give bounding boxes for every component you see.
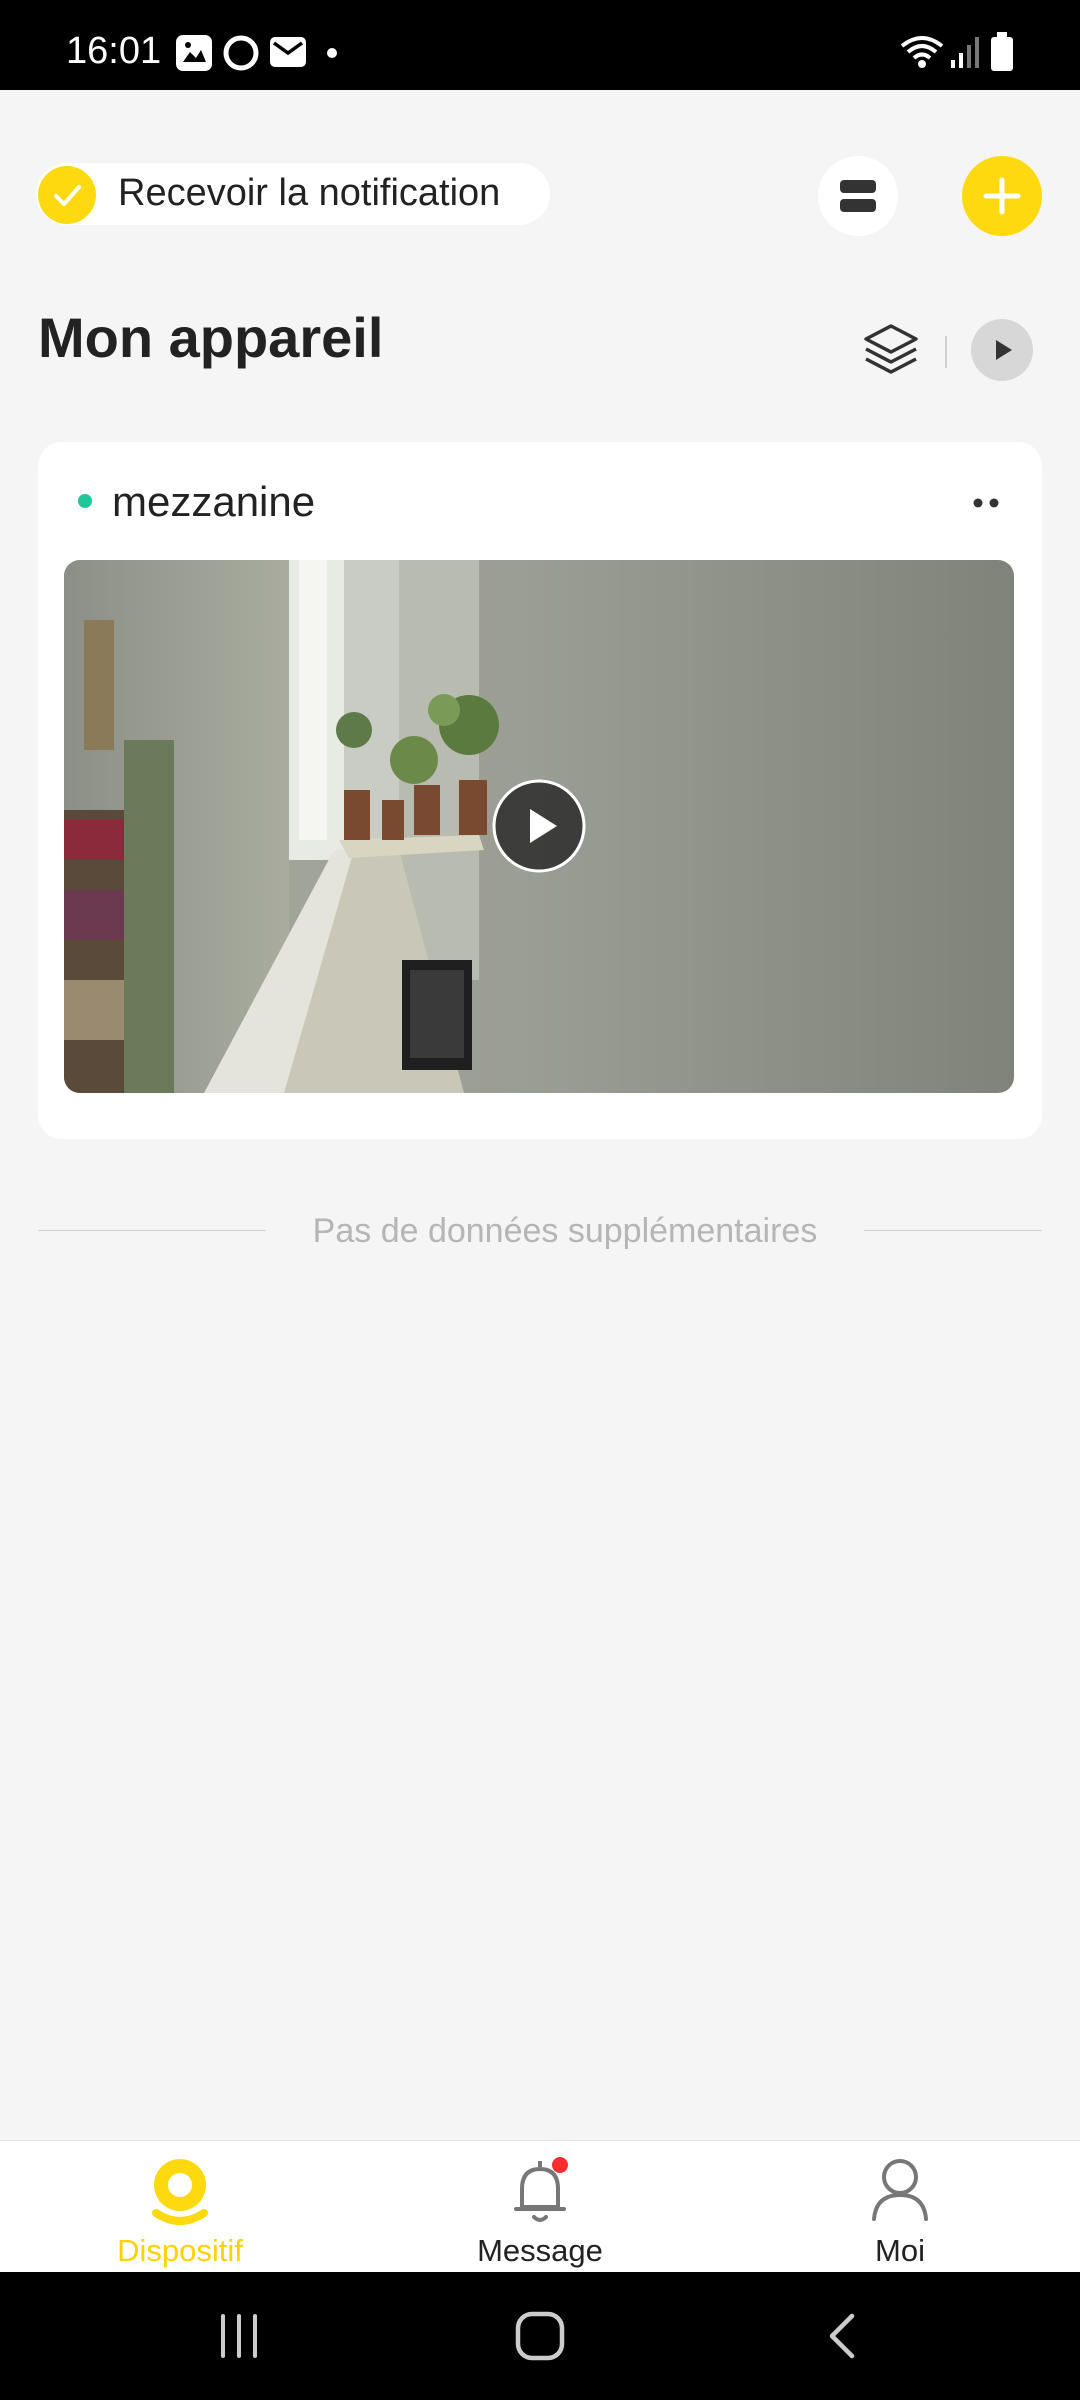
device-name: mezzanine [112, 478, 316, 525]
dot-icon [326, 46, 338, 64]
more-dots-icon [973, 498, 999, 508]
more-options-button[interactable] [966, 488, 1006, 518]
recent-apps-icon[interactable] [215, 2310, 263, 2367]
signal-icon [950, 34, 982, 75]
add-device-button[interactable] [962, 156, 1042, 236]
camera-device-icon [148, 2155, 212, 2232]
tab-label: Moi [875, 2233, 925, 2268]
tab-label: Message [477, 2233, 603, 2268]
tab-moi[interactable]: Moi [720, 2141, 1080, 2273]
circle-app-icon [222, 34, 260, 77]
header-divider [945, 336, 947, 368]
message-badge [552, 2157, 568, 2173]
status-bar: 16:01 [0, 0, 1080, 90]
tab-message[interactable]: Message [360, 2141, 720, 2273]
plus-icon [983, 177, 1021, 215]
play-all-button[interactable] [971, 319, 1033, 381]
wifi-icon [900, 34, 944, 75]
preview-play-button[interactable] [491, 778, 587, 874]
tab-dispositif[interactable]: Dispositif [0, 2141, 360, 2273]
list-view-icon [840, 180, 876, 212]
back-icon[interactable] [822, 2310, 862, 2367]
home-icon[interactable] [514, 2310, 566, 2367]
layers-icon[interactable] [862, 322, 920, 383]
notification-label: Recevoir la notification [118, 172, 501, 214]
mail-icon [268, 34, 308, 75]
user-icon [868, 2155, 932, 2232]
tab-label: Dispositif [117, 2233, 243, 2268]
divider-right [864, 1230, 1042, 1231]
list-view-button[interactable] [818, 156, 898, 236]
no-more-data-text: Pas de données supplémentaires [312, 1212, 818, 1250]
system-navigation-bar [0, 2272, 1080, 2400]
check-icon[interactable] [38, 166, 96, 224]
online-status-dot [78, 494, 92, 508]
bottom-tab-bar: Dispositif Message Moi [0, 2140, 1080, 2273]
status-time: 16:01 [66, 30, 162, 72]
divider-left [38, 1230, 266, 1231]
image-notification-icon [175, 34, 213, 77]
battery-icon [990, 32, 1014, 77]
page-title: Mon appareil [38, 306, 384, 369]
play-icon [492, 779, 586, 873]
play-icon [996, 340, 1012, 360]
